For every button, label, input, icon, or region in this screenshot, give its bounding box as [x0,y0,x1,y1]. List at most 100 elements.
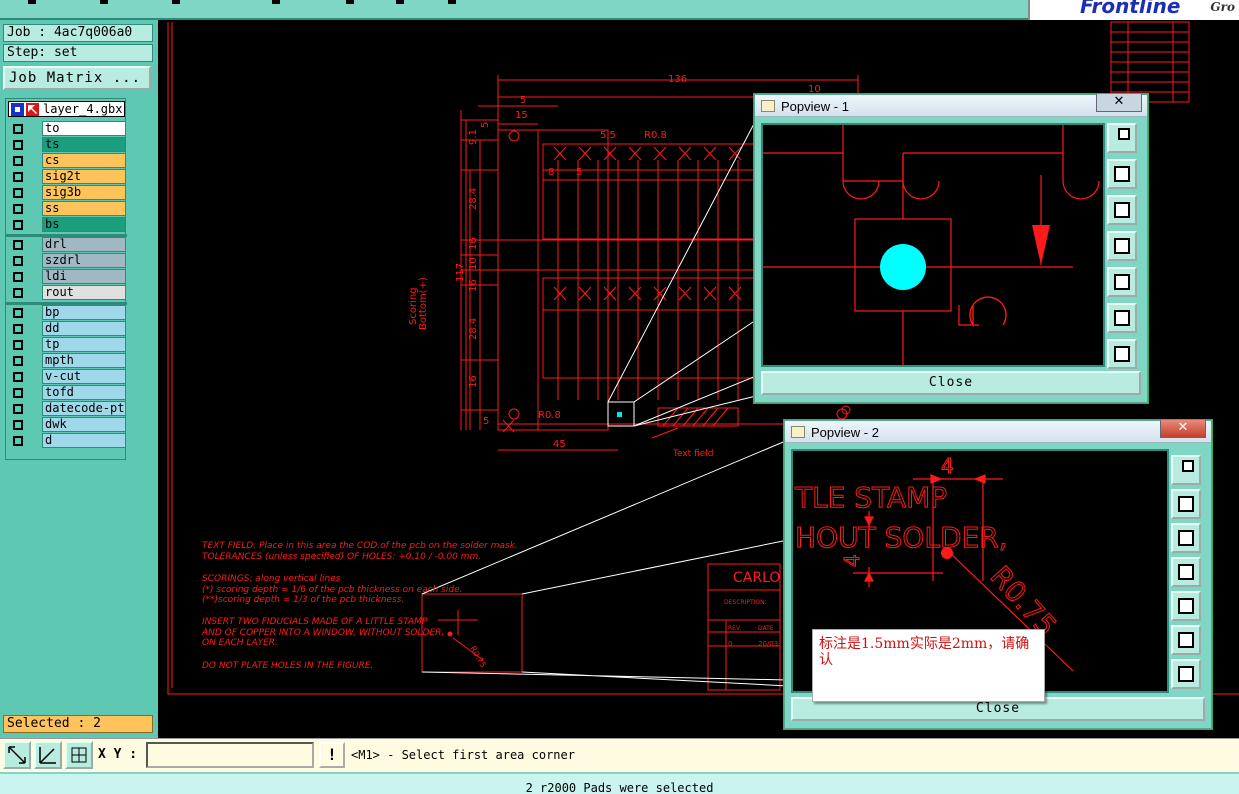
zoom-home-icon[interactable] [1107,123,1137,153]
pan-right-icon[interactable] [1171,591,1201,621]
popview-1-view[interactable] [761,123,1105,367]
layer-checkbox[interactable] [13,256,23,266]
pan-left-icon[interactable] [1107,231,1137,261]
layer-name[interactable]: mpth [42,353,126,368]
layer-checkbox[interactable] [13,324,23,334]
layer-name[interactable]: dwk [42,417,126,432]
popview-2-close-icon[interactable]: ✕ [1160,420,1206,438]
layer-checkbox[interactable] [13,124,23,134]
layer-row[interactable]: szdrl [8,253,126,269]
layer-name[interactable]: bs [42,217,126,232]
layer-checkbox[interactable] [13,240,23,250]
layer-name[interactable]: ldi [42,269,126,284]
layer-row[interactable]: rout [8,285,126,301]
zoom-out-icon[interactable] [1171,659,1201,689]
layer-name[interactable]: drl [42,237,126,252]
layer-checkbox[interactable] [13,356,23,366]
layer-name[interactable]: v-cut [42,369,126,384]
layer-row[interactable]: sig3b [8,185,126,201]
layer-checkbox[interactable] [13,220,23,230]
toolbar-tick[interactable] [100,0,108,4]
layer-name[interactable]: sig3b [42,185,126,200]
popview-1-window[interactable]: Popview - 1 ✕ Close [754,94,1148,403]
layer-row[interactable]: dwk [8,417,126,433]
layer-name[interactable]: rout [42,285,126,300]
layer-checkbox[interactable] [13,340,23,350]
layer-row[interactable]: ldi [8,269,126,285]
layer-row[interactable]: bs [8,217,126,233]
toolbar-tick[interactable] [272,0,280,4]
grid-icon[interactable] [65,741,93,769]
warning-icon[interactable]: ! [319,742,345,768]
layer-row[interactable]: drl [8,237,126,253]
zoom-dim-label: R0.75 [468,645,487,670]
layer-name[interactable]: tofd [42,385,126,400]
layer-row[interactable]: ss [8,201,126,217]
layer-name[interactable]: cs [42,153,126,168]
layer-checkbox[interactable] [13,372,23,382]
layer-row[interactable]: dd [8,321,126,337]
pan-down-icon[interactable] [1107,195,1137,225]
layer-checkbox[interactable] [13,308,23,318]
layer-name[interactable]: datecode-ptc [42,401,126,416]
arrow-icon[interactable] [26,103,39,116]
toolbar-tick[interactable] [172,0,180,4]
pan-right-icon[interactable] [1107,267,1137,297]
layer-checkbox[interactable] [13,188,23,198]
layer-checkbox[interactable] [13,436,23,446]
layer-name[interactable]: d [42,433,126,448]
layer-row[interactable]: ts [8,137,126,153]
layer-row[interactable]: tofd [8,385,126,401]
layer-checkbox[interactable] [13,404,23,414]
layer-name[interactable]: ss [42,201,126,216]
popview-1-titlebar[interactable]: Popview - 1 ✕ [755,94,1147,117]
layer-checkbox[interactable] [13,388,23,398]
layer-color-icon[interactable] [11,103,24,116]
layer-checkbox[interactable] [13,140,23,150]
layer-name[interactable]: dd [42,321,126,336]
pan-down-icon[interactable] [1171,523,1201,553]
popview-2-titlebar[interactable]: Popview - 2 ✕ [785,420,1211,443]
xy-input[interactable] [146,742,314,768]
layer-row[interactable]: v-cut [8,369,126,385]
layer-checkbox[interactable] [13,420,23,430]
layer-row[interactable]: cs [8,153,126,169]
pan-up-icon[interactable] [1107,159,1137,189]
layer-name[interactable]: sig2t [42,169,126,184]
popview-2-stamp-text: TLE STAMP [794,481,947,514]
layer-row[interactable]: datecode-ptc [8,401,126,417]
layer-checkbox[interactable] [13,156,23,166]
layer-row[interactable]: tp [8,337,126,353]
layer-checkbox[interactable] [13,204,23,214]
toolbar-tick[interactable] [346,0,354,4]
zoom-home-icon[interactable] [1171,455,1201,485]
layer-checkbox[interactable] [13,288,23,298]
layer-name[interactable]: szdrl [42,253,126,268]
layer-name[interactable]: bp [42,305,126,320]
layer-checkbox[interactable] [13,272,23,282]
layer-row[interactable]: to [8,121,126,137]
toolbar-tick[interactable] [28,0,36,4]
zoom-out-icon[interactable] [1107,339,1137,369]
zoom-in-icon[interactable] [1171,625,1201,655]
zoom-in-icon[interactable] [1107,303,1137,333]
job-matrix-button[interactable]: Job Matrix ... [3,66,151,90]
note-line-5: (**)scoring depth = 1/3 of the pcb thick… [202,595,404,605]
measure-icon[interactable] [34,741,62,769]
layer-name[interactable]: ts [42,137,126,152]
layer-row[interactable]: sig2t [8,169,126,185]
popview-1-close-button[interactable]: Close [761,371,1141,395]
layer-name[interactable]: tp [42,337,126,352]
layer-name[interactable]: to [42,121,126,136]
popview-1-close-icon[interactable]: ✕ [1096,94,1142,112]
layer-row[interactable]: d [8,433,126,449]
pan-left-icon[interactable] [1171,557,1201,587]
layer-checkbox[interactable] [13,172,23,182]
layer-row[interactable]: mpth [8,353,126,369]
dim-5-5: 5.5 [600,130,616,141]
toolbar-tick[interactable] [396,0,404,4]
zoom-area-icon[interactable] [3,741,31,769]
layer-row[interactable]: bp [8,305,126,321]
pan-up-icon[interactable] [1171,489,1201,519]
toolbar-tick[interactable] [448,0,456,4]
